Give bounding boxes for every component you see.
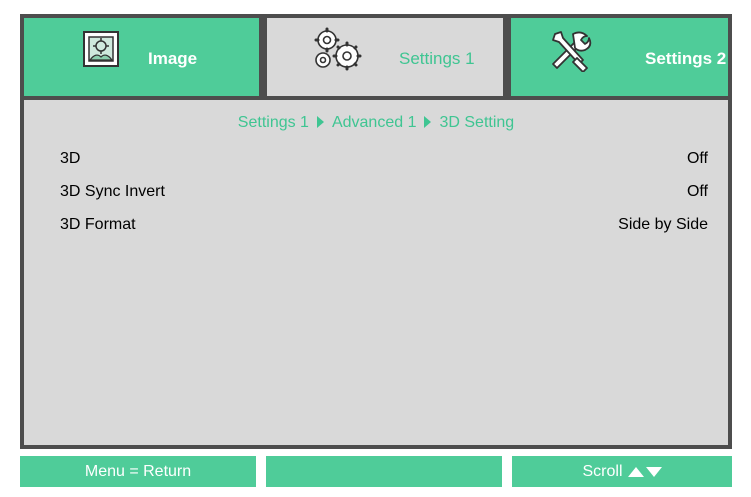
tools-icon [547,28,593,77]
footer-scroll-hint: Scroll [582,462,623,480]
setting-label: 3D Sync Invert [60,183,165,200]
footer-middle [266,456,502,487]
setting-row-3d-format[interactable]: 3D Format Side by Side [60,213,708,237]
setting-value[interactable]: Side by Side [618,216,708,234]
tab-settings-1-label: Settings 1 [399,49,475,68]
settings-panel: Settings 1 Advanced 1 3D Setting 3D Off 3D… [20,96,732,449]
setting-value[interactable]: Off [687,150,708,168]
tab-settings-2[interactable]: Settings 2 [507,14,732,100]
tab-settings-1[interactable]: Settings 1 [263,14,507,100]
breadcrumb-item: 3D Setting [439,114,515,131]
breadcrumb-item: Settings 1 [237,114,309,131]
gears-icon [309,26,367,79]
tab-image[interactable]: Image [20,14,263,100]
tab-settings-2-label: Settings 2 [645,49,727,68]
breadcrumb: Settings 1 Advanced 1 3D Setting [24,114,728,132]
footer-menu-return: Menu = Return [20,456,256,487]
breadcrumb-item: Advanced 1 [331,114,417,131]
scroll-up-icon [627,466,644,477]
image-icon [82,30,120,73]
tab-image-label: Image [148,49,198,68]
setting-row-3d[interactable]: 3D Off [60,147,708,171]
scroll-down-icon [645,466,662,477]
setting-value[interactable]: Off [687,183,708,201]
footer-menu-hint: Menu = Return [84,462,192,480]
setting-label: 3D Format [60,216,136,233]
footer-scroll: Scroll [512,456,732,487]
breadcrumb-arrow-icon [316,115,324,128]
osd-menu: { "tabs": [ {"label": "Image", "icon": "… [0,0,751,497]
setting-label: 3D [60,150,81,167]
setting-row-3d-sync-invert[interactable]: 3D Sync Invert Off [60,180,708,204]
breadcrumb-arrow-icon [424,115,432,128]
